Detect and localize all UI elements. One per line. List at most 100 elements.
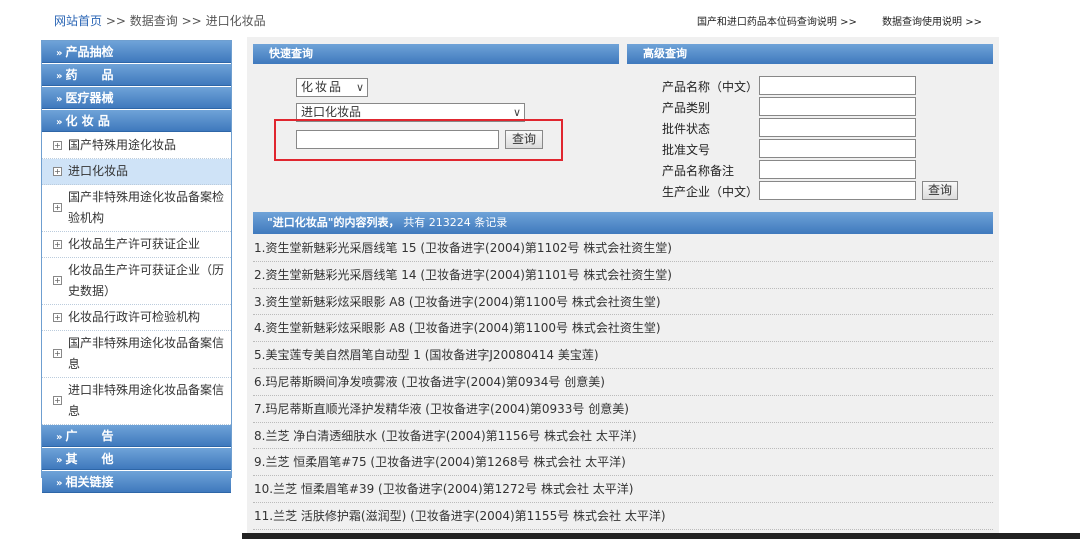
sidebar-category-label: 产品抽检 bbox=[65, 45, 114, 59]
chevron-down-icon: ∨ bbox=[355, 81, 364, 94]
result-list: 1.资生堂新魅彩光采唇线笔 15 (卫妆备进字(2004)第1102号 株式会社… bbox=[253, 235, 993, 530]
highlight-box bbox=[274, 119, 563, 161]
sidebar-item-label: 国产特殊用途化妆品 bbox=[68, 138, 177, 152]
sidebar-item-domestic-filing-info[interactable]: + 国产非特殊用途化妆品备案信息 bbox=[42, 331, 231, 378]
manufacturer-input[interactable] bbox=[759, 181, 916, 200]
product-category-input[interactable] bbox=[759, 97, 916, 116]
sidebar-category-label: 广 告 bbox=[65, 429, 114, 443]
sidebar-category-label: 化 妆 品 bbox=[65, 114, 110, 128]
sidebar-item-label: 化妆品生产许可获证企业 bbox=[68, 237, 201, 251]
product-remark-input[interactable] bbox=[759, 160, 916, 179]
breadcrumb-level2: 进口化妆品 bbox=[205, 14, 266, 28]
expand-icon: + bbox=[53, 166, 62, 176]
list-item[interactable]: 6.玛尼蒂斯瞬间净发喷雾液 (卫妆备进字(2004)第0934号 创意美) bbox=[253, 369, 993, 396]
expand-icon: + bbox=[53, 349, 62, 358]
sidebar-item-label: 进口非特殊用途化妆品备案信息 bbox=[68, 383, 225, 418]
double-arrow-icon: » bbox=[56, 71, 63, 82]
list-item[interactable]: 4.资生堂新魅彩炫采眼影 A8 (卫妆备进字(2004)第1100号 株式会社资… bbox=[253, 315, 993, 343]
breadcrumb-separator: >> bbox=[181, 14, 202, 28]
double-arrow-icon: » bbox=[56, 455, 63, 466]
sidebar-item-label: 化妆品行政许可检验机构 bbox=[68, 310, 201, 324]
main-content: 快速查询 化妆品 ∨ 进口化妆品 ∨ 查询 高级查询 产品名称（中文） 产品类别 批… bbox=[247, 37, 999, 539]
expand-icon: + bbox=[53, 276, 62, 285]
list-item[interactable]: 8.兰芝 净白清透细肤水 (卫妆备进字(2004)第1156号 株式会社 太平洋… bbox=[253, 423, 993, 450]
advanced-search-title: 高级查询 bbox=[627, 44, 993, 64]
double-arrow-icon: » bbox=[56, 94, 63, 105]
breadcrumb: 网站首页 >> 数据查询 >> 进口化妆品 bbox=[54, 12, 266, 29]
sidebar-category-label: 药 品 bbox=[65, 68, 114, 82]
expand-icon: + bbox=[53, 203, 62, 212]
list-item[interactable]: 5.美宝莲专美自然眉笔自动型 1 (国妆备进字J20080414 美宝莲) bbox=[253, 342, 993, 369]
sidebar-item-imported-filing-info[interactable]: + 进口非特殊用途化妆品备案信息 bbox=[42, 378, 231, 425]
approval-status-input[interactable] bbox=[759, 118, 916, 137]
product-remark-label: 产品名称备注 bbox=[662, 164, 735, 178]
result-count: 共有 213224 条记录 bbox=[403, 216, 508, 229]
list-item[interactable]: 2.资生堂新魅彩光采唇线笔 14 (卫妆备进字(2004)第1101号 株式会社… bbox=[253, 262, 993, 289]
double-arrow-icon: » bbox=[56, 48, 63, 59]
sidebar-item-label: 进口化妆品 bbox=[68, 164, 129, 178]
expand-icon: + bbox=[53, 396, 62, 405]
advanced-row: 批件状态 bbox=[627, 118, 993, 138]
quick-search-title: 快速查询 bbox=[253, 44, 619, 64]
advanced-row: 生产企业（中文） 查询 bbox=[627, 181, 993, 201]
product-name-input[interactable] bbox=[759, 76, 916, 95]
breadcrumb-level1[interactable]: 数据查询 bbox=[130, 14, 178, 28]
category-select[interactable]: 化妆品 ∨ bbox=[296, 78, 368, 97]
sidebar-category-links[interactable]: » 相关链接 bbox=[42, 471, 231, 493]
drug-code-help-link[interactable]: 国产和进口药品本位码查询说明 >> bbox=[697, 17, 857, 28]
sidebar-item-admin-test-agency[interactable]: + 化妆品行政许可检验机构 bbox=[42, 305, 231, 331]
result-list-title: "进口化妆品"的内容列表， bbox=[267, 216, 400, 229]
list-item[interactable]: 3.资生堂新魅彩炫采眼影 A8 (卫妆备进字(2004)第1100号 株式会社资… bbox=[253, 289, 993, 316]
list-item[interactable]: 9.兰芝 恒柔眉笔#75 (卫妆备进字(2004)第1268号 株式会社 太平洋… bbox=[253, 449, 993, 477]
expand-icon: + bbox=[53, 312, 62, 322]
approval-number-input[interactable] bbox=[759, 139, 916, 158]
double-arrow-icon: » bbox=[56, 478, 63, 489]
advanced-row: 产品名称（中文） bbox=[627, 76, 993, 96]
breadcrumb-home-link[interactable]: 网站首页 bbox=[54, 14, 102, 28]
sidebar-item-filing-test-agency[interactable]: + 国产非特殊用途化妆品备案检验机构 bbox=[42, 185, 231, 232]
approval-status-label: 批件状态 bbox=[662, 122, 711, 136]
sidebar-category-product-inspection[interactable]: » 产品抽检 bbox=[42, 41, 231, 63]
sidebar-item-licensed-enterprises[interactable]: + 化妆品生产许可获证企业 bbox=[42, 232, 231, 258]
advanced-row: 产品类别 bbox=[627, 97, 993, 117]
advanced-row: 产品名称备注 bbox=[627, 160, 993, 180]
product-name-label: 产品名称（中文） bbox=[662, 80, 759, 94]
category-select-value: 化妆品 bbox=[301, 80, 344, 94]
result-list-header: "进口化妆品"的内容列表， 共有 213224 条记录 bbox=[253, 212, 993, 234]
sidebar-category-cosmetics[interactable]: » 化 妆 品 bbox=[42, 110, 231, 132]
advanced-search-button[interactable]: 查询 bbox=[922, 181, 958, 200]
sidebar-item-domestic-special[interactable]: + 国产特殊用途化妆品 bbox=[42, 133, 231, 159]
advanced-row: 批准文号 bbox=[627, 139, 993, 159]
sidebar-category-label: 医疗器械 bbox=[65, 91, 114, 105]
sidebar-item-label: 化妆品生产许可获证企业（历史数据） bbox=[68, 263, 225, 298]
expand-icon: + bbox=[53, 239, 62, 249]
sidebar-item-licensed-enterprises-history[interactable]: + 化妆品生产许可获证企业（历史数据） bbox=[42, 258, 231, 305]
list-item[interactable]: 7.玛尼蒂斯直顺光泽护发精华液 (卫妆备进字(2004)第0933号 创意美) bbox=[253, 396, 993, 423]
double-arrow-icon: » bbox=[56, 432, 63, 443]
double-arrow-icon: » bbox=[56, 117, 63, 128]
quick-search-panel: 快速查询 化妆品 ∨ 进口化妆品 ∨ 查询 bbox=[253, 44, 619, 212]
manufacturer-label: 生产企业（中文） bbox=[662, 185, 759, 199]
top-links: 国产和进口药品本位码查询说明 >> 数据查询使用说明 >> bbox=[675, 13, 982, 28]
sidebar-category-devices[interactable]: » 医疗器械 bbox=[42, 87, 231, 109]
subcategory-select-value: 进口化妆品 bbox=[301, 105, 362, 119]
sidebar-item-imported-cosmetics[interactable]: + 进口化妆品 bbox=[42, 159, 231, 185]
breadcrumb-separator: >> bbox=[105, 14, 126, 28]
sidebar-item-label: 国产非特殊用途化妆品备案信息 bbox=[68, 336, 225, 371]
query-help-link[interactable]: 数据查询使用说明 >> bbox=[882, 17, 982, 28]
sidebar-category-ads[interactable]: » 广 告 bbox=[42, 425, 231, 447]
sidebar-category-drugs[interactable]: » 药 品 bbox=[42, 64, 231, 86]
list-item[interactable]: 10.兰芝 恒柔眉笔#39 (卫妆备进字(2004)第1272号 株式会社 太平… bbox=[253, 476, 993, 503]
sidebar-category-other[interactable]: » 其 他 bbox=[42, 448, 231, 470]
bottom-bar bbox=[242, 533, 1080, 539]
approval-number-label: 批准文号 bbox=[662, 143, 711, 157]
list-item[interactable]: 11.兰芝 活肤修护霜(滋润型) (卫妆备进字(2004)第1155号 株式会社… bbox=[253, 503, 993, 530]
advanced-search-panel: 高级查询 产品名称（中文） 产品类别 批件状态 批准文号 产品名称备注 生产企业… bbox=[627, 44, 993, 212]
top-bar: 网站首页 >> 数据查询 >> 进口化妆品 国产和进口药品本位码查询说明 >> … bbox=[0, 0, 1080, 38]
sidebar-item-label: 国产非特殊用途化妆品备案检验机构 bbox=[68, 190, 225, 225]
sidebar: » 产品抽检 » 药 品 » 医疗器械 » 化 妆 品 + 国产特殊用途化妆品 + 进口化妆… bbox=[41, 40, 232, 493]
expand-icon: + bbox=[53, 140, 62, 150]
sidebar-category-label: 其 他 bbox=[65, 452, 114, 466]
list-item[interactable]: 1.资生堂新魅彩光采唇线笔 15 (卫妆备进字(2004)第1102号 株式会社… bbox=[253, 235, 993, 262]
product-category-label: 产品类别 bbox=[662, 101, 711, 115]
